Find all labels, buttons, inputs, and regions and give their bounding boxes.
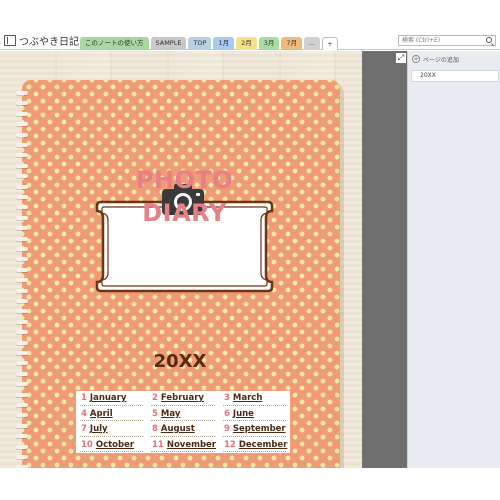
binding-ring [16,205,28,210]
binding-ring [16,143,28,147]
cover-title-line1: PHOTO [135,166,234,194]
binding-ring [16,226,28,231]
binding-ring [16,434,28,439]
binding-ring [16,309,28,314]
binding-ring [16,351,28,355]
cover-title-line2: DIARY [142,199,227,227]
binding-ring [16,455,28,459]
month-index-table: 1 January 2 February 3 March 4 April 5 May 6J… [76,391,290,453]
tab-top[interactable]: TOP [188,37,212,50]
binding-ring [16,288,28,293]
binding-ring [16,403,28,407]
binding-ring [16,267,28,272]
tab-march[interactable]: 3月 [258,37,280,50]
binding-ring [16,215,28,220]
binding-ring [16,371,28,376]
plus-icon: + [412,55,420,63]
month-link-september[interactable]: 9 September [219,422,290,438]
month-link-january[interactable]: 1 January [76,391,147,407]
month-link-december[interactable]: 12 December [219,438,290,454]
tab-february[interactable]: 2月 [236,37,257,50]
month-link-november[interactable]: 11 November [147,438,219,454]
notebook-icon [4,35,16,46]
expand-icon[interactable]: ⤢ [396,53,406,63]
search-input[interactable]: 検索 (Ctrl+E) [398,35,496,46]
add-page-button[interactable]: + ページの追加 [412,53,459,65]
tab-more[interactable]: ... [304,37,321,50]
section-tab-bar: つぶやき日記 ▼ このノートの使い方 SAMPLE TOP 1月 2月 3月 7… [0,30,500,50]
app-window: つぶやき日記 ▼ このノートの使い方 SAMPLE TOP 1月 2月 3月 7… [0,0,500,500]
binding-ring [16,330,28,335]
month-link-may[interactable]: 5 May [147,407,219,423]
month-link-march[interactable]: 3 March [219,391,290,407]
binding-ring [16,91,28,95]
binding-ring [16,257,28,262]
tab-july[interactable]: 7月 [281,37,303,50]
binding-ring [16,340,28,345]
binding-ring [16,413,28,418]
page-list-panel: + ページの追加 20XX [407,51,500,468]
binding-ring [16,122,28,127]
binding-ring [16,382,28,387]
month-link-august[interactable]: 8 August [147,422,219,438]
binding-ring [16,444,28,449]
binding-ring [16,392,28,397]
binding-ring [16,299,28,303]
add-page-label: ページの追加 [423,56,459,64]
binding-ring [16,111,28,116]
month-link-february[interactable]: 2 February [147,391,219,407]
binding-ring [16,236,28,241]
binding-ring [16,247,28,251]
binding-ring [16,319,28,324]
search-icon[interactable] [486,37,492,43]
section-tabs: このノートの使い方 SAMPLE TOP 1月 2月 3月 7月 ... + [80,37,338,50]
notebook-title: つぶやき日記 [19,37,79,48]
month-link-april[interactable]: 4 April [76,407,147,423]
month-link-june[interactable]: 6 June [219,407,290,423]
cover-year: 20XX [153,351,207,372]
binding-ring [16,163,28,168]
binding-ring [16,153,28,158]
canvas-overflow-area [362,51,407,468]
binding-ring [16,101,28,106]
page-list-item[interactable]: 20XX [411,70,499,82]
bottom-blank-area [0,468,500,500]
tab-january[interactable]: 1月 [213,37,235,50]
binding-ring [16,174,28,179]
binding-ring [16,132,28,137]
notebook-selector[interactable]: つぶやき日記 ▼ [4,33,89,48]
binding-ring [16,195,28,199]
binding-ring [16,278,28,283]
binding-ring [16,423,28,428]
binding-ring [16,361,28,366]
month-link-july[interactable]: 7 July [76,422,147,438]
spiral-binding [16,91,28,468]
add-section-button[interactable]: + [322,37,338,50]
month-link-october[interactable]: 10 October [76,438,147,454]
binding-ring [16,184,28,189]
search-placeholder: 検索 (Ctrl+E) [402,37,441,44]
tab-howto[interactable]: このノートの使い方 [80,37,149,50]
tab-sample[interactable]: SAMPLE [150,37,187,50]
